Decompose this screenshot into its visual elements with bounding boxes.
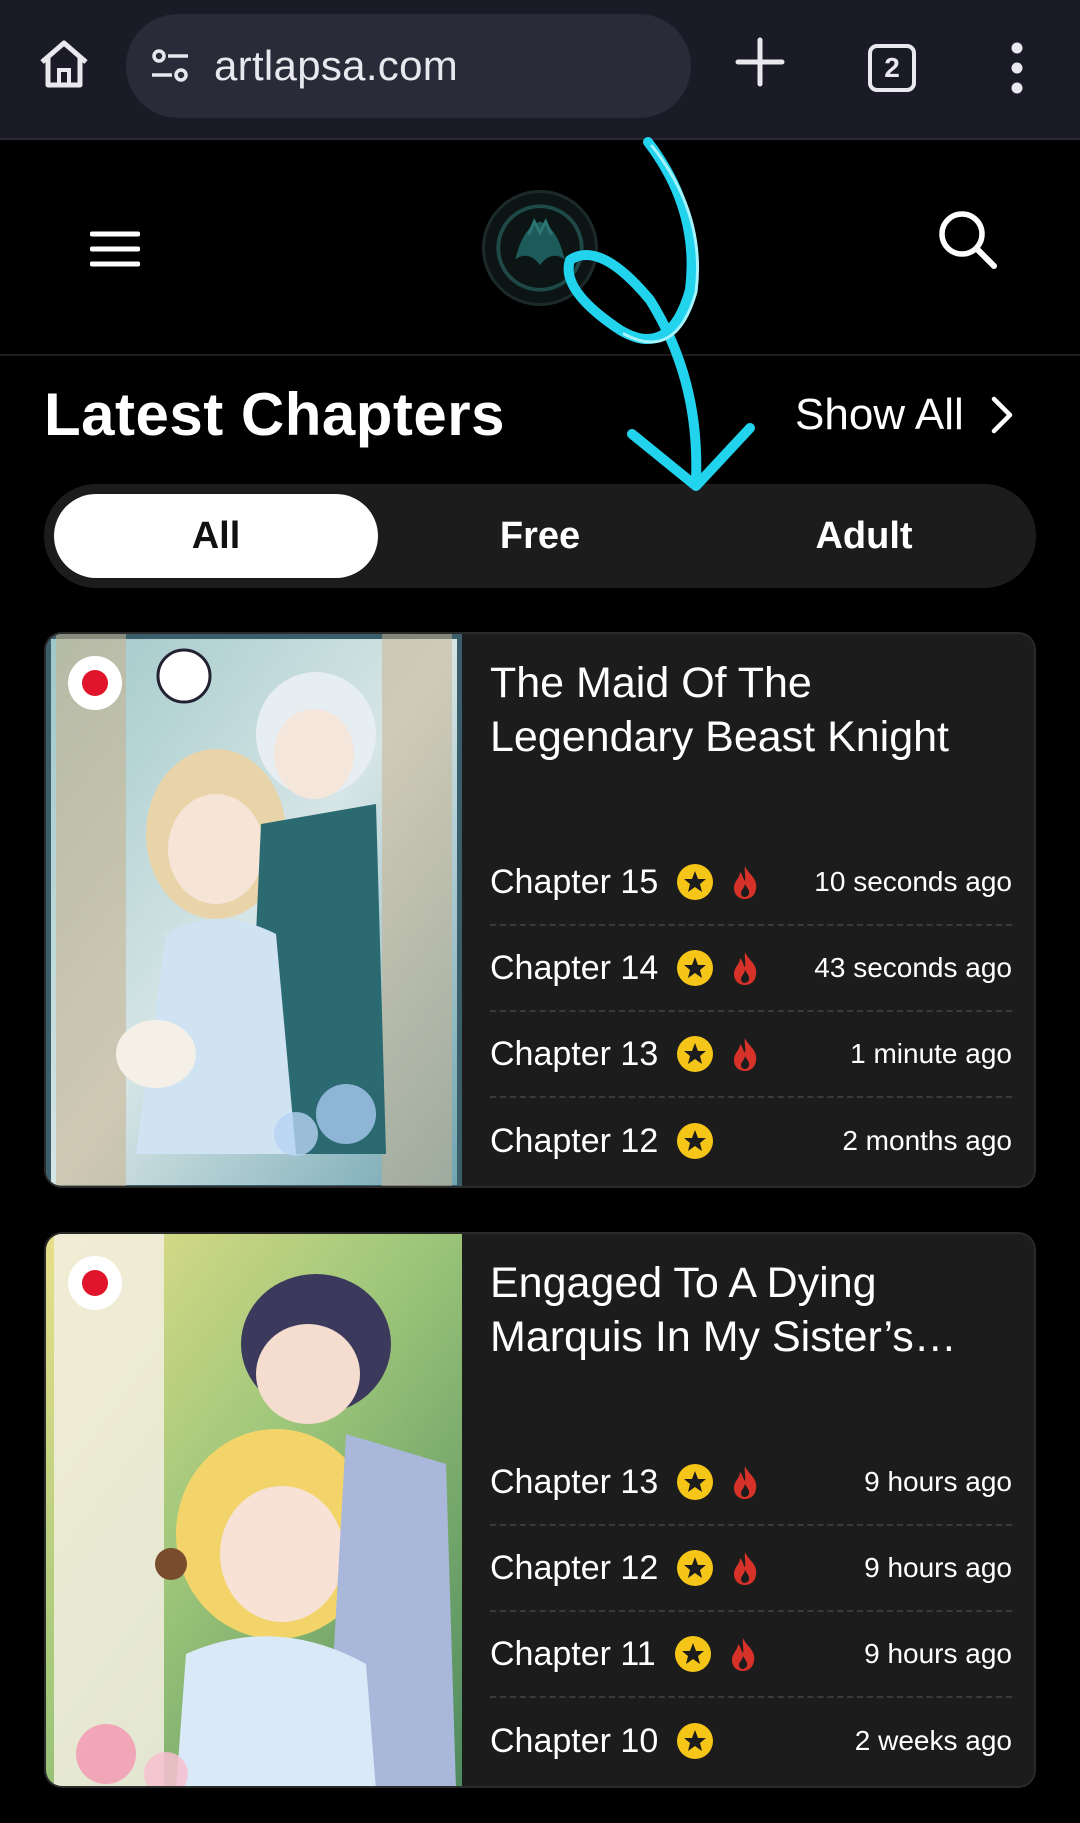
series-cover[interactable] <box>46 634 462 1186</box>
show-all-label: Show All <box>795 390 964 439</box>
japan-flag-icon <box>68 1256 122 1310</box>
japan-flag-icon <box>68 656 122 710</box>
chapter-row[interactable]: Chapter 12 9 hours ago <box>490 1526 1012 1612</box>
chapter-name: Chapter 12 <box>490 1548 659 1587</box>
chapter-name: Chapter 11 <box>490 1634 656 1673</box>
fire-icon <box>734 866 757 899</box>
chapter-time: 9 hours ago <box>864 1638 1012 1669</box>
fire-icon <box>734 952 757 985</box>
hamburger-menu-icon[interactable] <box>90 228 140 270</box>
chapter-time: 2 weeks ago <box>854 1725 1012 1756</box>
tab-label: Adult <box>815 514 913 557</box>
chapter-list: Chapter 13 9 hours ago Chapter 12 9 hour… <box>490 1440 1012 1784</box>
browser-toolbar: artlapsa.com 2 <box>0 0 1080 140</box>
chapter-time: 2 months ago <box>842 1125 1012 1156</box>
site-logo[interactable] <box>482 190 598 306</box>
chapter-time: 1 minute ago <box>850 1038 1012 1069</box>
chapter-time: 9 hours ago <box>864 1466 1012 1497</box>
star-badge-icon <box>677 1723 714 1759</box>
series-card[interactable]: Engaged To A Dying Marquis In My Sister’… <box>44 1232 1036 1788</box>
tab-label: All <box>191 514 241 557</box>
star-badge-icon <box>677 1036 714 1072</box>
fire-icon <box>734 1466 757 1499</box>
chapter-row[interactable]: Chapter 12 2 months ago <box>490 1098 1012 1184</box>
chapter-name: Chapter 10 <box>490 1721 659 1760</box>
tab-label: Free <box>499 514 581 557</box>
chapter-name: Chapter 12 <box>490 1121 659 1160</box>
star-badge-icon <box>677 1550 714 1586</box>
fire-icon <box>734 1038 757 1071</box>
star-badge-icon <box>677 1123 714 1159</box>
star-badge-icon <box>677 864 714 900</box>
page-title: Latest Chapters <box>44 381 505 448</box>
chapter-name: Chapter 13 <box>490 1034 659 1073</box>
chapter-time: 10 seconds ago <box>814 866 1012 897</box>
show-all-link[interactable]: Show All <box>795 390 1016 440</box>
home-icon[interactable] <box>36 36 92 92</box>
chapter-row[interactable]: Chapter 10 2 weeks ago <box>490 1698 1012 1784</box>
chapter-row[interactable]: Chapter 14 43 seconds ago <box>490 926 1012 1012</box>
chapter-name: Chapter 15 <box>490 862 659 901</box>
tab-all[interactable]: All <box>54 494 378 578</box>
wolf-emblem-icon <box>496 204 584 292</box>
star-badge-icon <box>677 950 714 986</box>
chapter-list: Chapter 15 10 seconds ago Chapter 14 43 … <box>490 840 1012 1184</box>
chapter-time: 9 hours ago <box>864 1552 1012 1583</box>
more-vert-icon[interactable] <box>1000 40 1034 96</box>
chapter-row[interactable]: Chapter 15 10 seconds ago <box>490 840 1012 926</box>
chapter-name: Chapter 13 <box>490 1462 659 1501</box>
tab-adult[interactable]: Adult <box>702 494 1026 578</box>
fire-icon <box>734 1552 757 1585</box>
address-bar[interactable]: artlapsa.com <box>126 14 691 118</box>
url-text: artlapsa.com <box>214 42 459 89</box>
chapter-name: Chapter 14 <box>490 948 659 987</box>
filter-tabs: All Free Adult <box>44 484 1036 588</box>
search-icon[interactable] <box>936 208 998 270</box>
series-card[interactable]: The Maid Of The Legendary Beast Knight C… <box>44 632 1036 1188</box>
chevron-right-icon <box>991 396 1013 434</box>
site-info-icon[interactable] <box>148 44 192 88</box>
series-cover[interactable] <box>46 1234 462 1786</box>
series-title[interactable]: Engaged To A Dying Marquis In My Sister’… <box>490 1256 1010 1364</box>
series-title[interactable]: The Maid Of The Legendary Beast Knight <box>490 656 1010 764</box>
plus-icon[interactable] <box>734 36 786 88</box>
cover-illustration <box>46 634 462 1186</box>
tabs-icon[interactable]: 2 <box>868 44 916 92</box>
tab-count: 2 <box>884 52 900 83</box>
star-badge-icon <box>677 1464 714 1500</box>
chapter-row[interactable]: Chapter 13 9 hours ago <box>490 1440 1012 1526</box>
cover-illustration <box>46 1234 462 1786</box>
star-badge-icon <box>674 1636 711 1672</box>
site-header <box>0 142 1080 356</box>
fire-icon <box>731 1638 754 1671</box>
chapter-row[interactable]: Chapter 13 1 minute ago <box>490 1012 1012 1098</box>
chapter-row[interactable]: Chapter 11 9 hours ago <box>490 1612 1012 1698</box>
tab-free[interactable]: Free <box>378 494 702 578</box>
chapter-time: 43 seconds ago <box>814 952 1012 983</box>
